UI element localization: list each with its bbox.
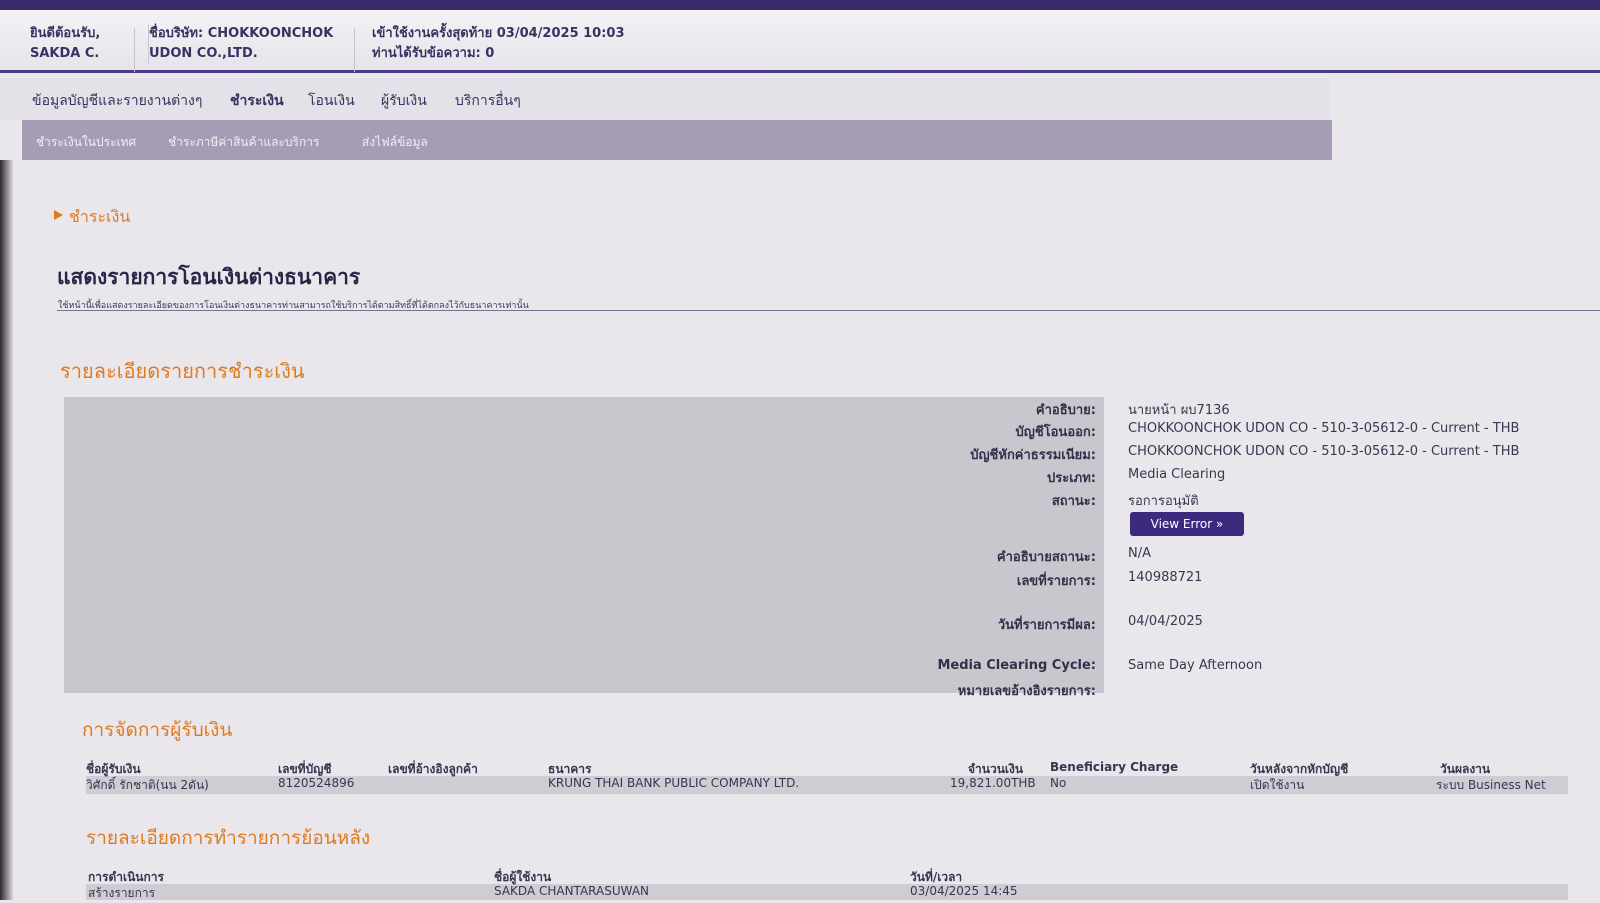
detail-row-fee-account: บัญชีหักค่าธรรมเนียม: CHOKKOONCHOK UDON … [0,444,1600,467]
detail-label: เลขที่รายการ: [1016,574,1096,589]
detail-label: บัญชีหักค่าธรรมเนียม: [970,448,1096,463]
detail-value: N/A [1128,546,1151,561]
subnav-domestic-payment[interactable]: ชำระเงินในประเทศ [36,133,136,152]
detail-row-type: ประเภท: Media Clearing [0,467,1600,490]
detail-label: คำอธิบายสถานะ: [996,550,1096,565]
subnav-send-file[interactable]: ส่งไฟล์ข้อมูล [362,133,428,152]
last-login: เข้าใช้งานครั้งสุดท้าย 03/04/2025 10:03 [372,26,625,41]
history-user: SAKDA CHANTARASUWAN [494,884,650,898]
detail-value: CHOKKOONCHOK UDON CO - 510-3-05612-0 - C… [1128,444,1520,459]
subnav-tax-payment[interactable]: ชำระภาษีค่าสินค้าและบริการ [168,133,319,152]
nav-accounts-reports[interactable]: ข้อมูลบัญชีและรายงานต่างๆ [32,90,202,112]
detail-value: CHOKKOONCHOK UDON CO - 510-3-05612-0 - C… [1128,421,1520,436]
nav-payees[interactable]: ผู้รับเงิน [381,90,427,112]
messages-count[interactable]: ท่านได้รับข้อความ: 0 [372,44,772,64]
detail-row-description: คำอธิบาย: นายหน้า ผบ7136 [0,399,1600,422]
breadcrumb[interactable]: ชำระเงิน [54,205,130,230]
company-info: ชื่อบริษัท: CHOKKOONCHOK UDON CO.,LTD. [148,24,349,64]
page-title: แสดงรายการโอนเงินต่างธนาคาร [57,265,361,289]
detail-label: สถานะ: [1051,494,1096,509]
welcome-line: ยินดีต้อนรับ, [30,26,101,41]
detail-label: วันที่รายการมีผล: [997,618,1096,633]
company-name-line1: ชื่อบริษัท: CHOKKOONCHOK [149,26,334,41]
sub-navigation: ชำระเงินในประเทศ ชำระภาษีค่าสินค้าและบริ… [22,120,1332,160]
login-info: เข้าใช้งานครั้งสุดท้าย 03/04/2025 10:03 … [372,24,772,64]
column-header: เลขที่อ้างอิงลูกค้า [388,762,478,776]
detail-row-status-description: คำอธิบายสถานะ: N/A [0,546,1600,569]
header-divider [134,28,135,72]
history-datetime: 03/04/2025 14:45 [910,884,1018,898]
payee-bank: KRUNG THAI BANK PUBLIC COMPANY LTD. [548,776,800,790]
nav-other-services[interactable]: บริการอื่นๆ [455,90,521,112]
detail-label: บัญชีโอนออก: [1015,425,1096,440]
detail-value: Media Clearing [1128,467,1226,482]
detail-row-status: สถานะ: รอการอนุมัติ [0,490,1600,513]
welcome-text: ยินดีต้อนรับ, SAKDA C. [30,24,130,64]
payee-status: เปิดใช้งาน [1250,778,1305,792]
screen-edge-shadow [0,160,14,900]
payee-account-number: 8120524896 [278,776,355,790]
detail-label: ประเภท: [1047,471,1096,486]
payee-amount: 19,821.00THB [950,776,1036,790]
payee-name[interactable]: วิศักดิ์ รักชาติ(นน 2ดัน) [86,776,209,795]
column-header: Beneficiary Charge [1050,760,1179,774]
history-row-background [86,884,1568,900]
status-value: รอการอนุมัติ [1128,494,1199,509]
detail-label: หมายเลขอ้างอิงรายการ: [957,684,1096,699]
section-payees: การจัดการผู้รับเงิน [82,719,233,741]
detail-value: 140988721 [1128,570,1203,585]
nav-payment[interactable]: ชำระเงิน [230,90,284,112]
detail-value: 04/04/2025 [1128,614,1203,629]
detail-value: Same Day Afternoon [1128,658,1263,673]
user-name: SAKDA C. [30,46,100,61]
top-accent-bar [0,0,1600,10]
section-history: รายละเอียดการทำรายการย้อนหลัง [86,827,371,849]
title-divider [57,310,1600,311]
payee-beneficiary-charge: No [1050,776,1067,790]
nav-transfer[interactable]: โอนเงิน [308,90,355,112]
detail-label: Media Clearing Cycle: [937,658,1096,673]
header-bar: ยินดีต้อนรับ, SAKDA C. ชื่อบริษัท: CHOKK… [0,10,1600,73]
detail-row-reference: หมายเลขอ้างอิงรายการ: [0,680,1600,703]
company-name-line2: UDON CO.,LTD. [149,46,258,61]
breadcrumb-label: ชำระเงิน [69,207,131,226]
detail-row-transaction-number: เลขที่รายการ: 140988721 [0,570,1600,593]
payee-channel: ระบบ Business Net [1436,778,1546,792]
main-navigation: ข้อมูลบัญชีและรายงานต่างๆ ชำระเงิน โอนเง… [0,78,1330,120]
detail-row-effective-date: วันที่รายการมีผล: 04/04/2025 [0,614,1600,637]
detail-row-debit-account: บัญชีโอนออก: CHOKKOONCHOK UDON CO - 510-… [0,421,1600,444]
detail-label: คำอธิบาย: [1035,403,1096,418]
detail-row-clearing-cycle: Media Clearing Cycle: Same Day Afternoon [0,658,1600,681]
header-divider [354,28,355,72]
flag-icon [54,210,63,220]
history-action: สร้างรายการ [88,886,156,900]
detail-value: นายหน้า ผบ7136 [1128,403,1230,418]
view-error-button[interactable]: View Error » [1130,512,1244,536]
section-payment-details: รายละเอียดรายการชำระเงิน [60,359,305,383]
